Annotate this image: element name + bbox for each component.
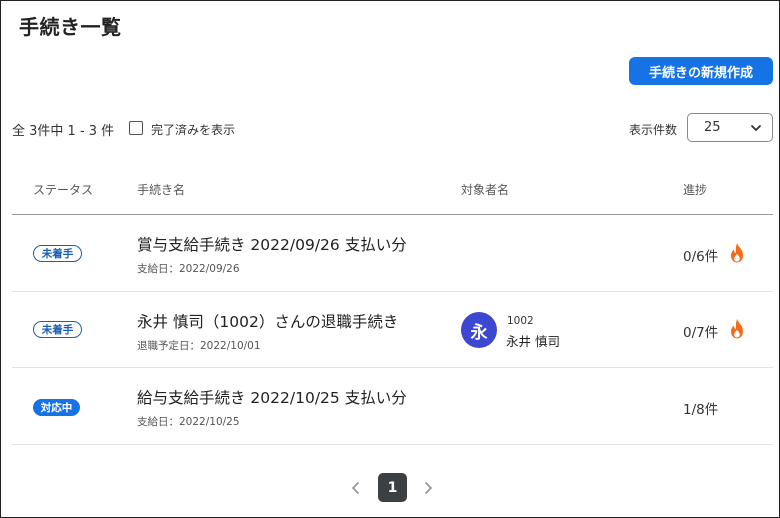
- column-header-progress: 進捗: [683, 183, 708, 197]
- column-header-target: 対象者名: [461, 183, 510, 197]
- header-divider: [12, 214, 773, 215]
- procedure-name[interactable]: 給与支給手続き 2022/10/25 支払い分: [137, 386, 407, 408]
- progress-count: 0/6件: [683, 249, 719, 265]
- procedure-date: 退職予定日：2022/10/01: [137, 340, 261, 352]
- progress-count: 0/7件: [683, 325, 719, 341]
- employee-name: 永井 慎司: [506, 334, 560, 349]
- procedure-name[interactable]: 賞与支給手続き 2022/09/26 支払い分: [137, 233, 407, 255]
- column-header-status: ステータス: [33, 183, 94, 197]
- status-badge: 対応中: [33, 399, 80, 416]
- progress-count: 1/8件: [683, 402, 719, 418]
- chevron-down-icon: [751, 125, 761, 131]
- row-divider: [12, 367, 773, 368]
- fire-icon: [731, 319, 743, 339]
- per-page-label: 表示件数: [629, 123, 678, 137]
- procedure-date: 支給日：2022/09/26: [137, 263, 240, 275]
- procedure-date: 支給日：2022/10/25: [137, 416, 240, 428]
- per-page-value: 25: [704, 120, 721, 135]
- chevron-right-icon[interactable]: [421, 480, 435, 496]
- per-page-select[interactable]: 25: [687, 113, 773, 142]
- status-badge: 未着手: [33, 245, 82, 262]
- result-count: 全 3件中 1 - 3 件: [12, 124, 115, 139]
- column-header-procedure: 手続き名: [137, 183, 186, 197]
- show-completed-checkbox[interactable]: [129, 121, 143, 135]
- page-title: 手続き一覧: [19, 15, 122, 39]
- procedure-name[interactable]: 永井 慎司（1002）さんの退職手続き: [137, 310, 398, 332]
- row-divider: [12, 291, 773, 292]
- avatar: 永: [461, 312, 497, 348]
- row-divider: [12, 444, 773, 445]
- status-badge: 未着手: [33, 321, 82, 338]
- create-procedure-button[interactable]: 手続きの新規作成: [629, 57, 773, 85]
- fire-icon: [731, 243, 743, 263]
- page-button-current[interactable]: 1: [378, 473, 407, 502]
- chevron-left-icon[interactable]: [349, 480, 363, 496]
- show-completed-label[interactable]: 完了済みを表示: [151, 121, 235, 138]
- employee-number: 1002: [507, 315, 534, 327]
